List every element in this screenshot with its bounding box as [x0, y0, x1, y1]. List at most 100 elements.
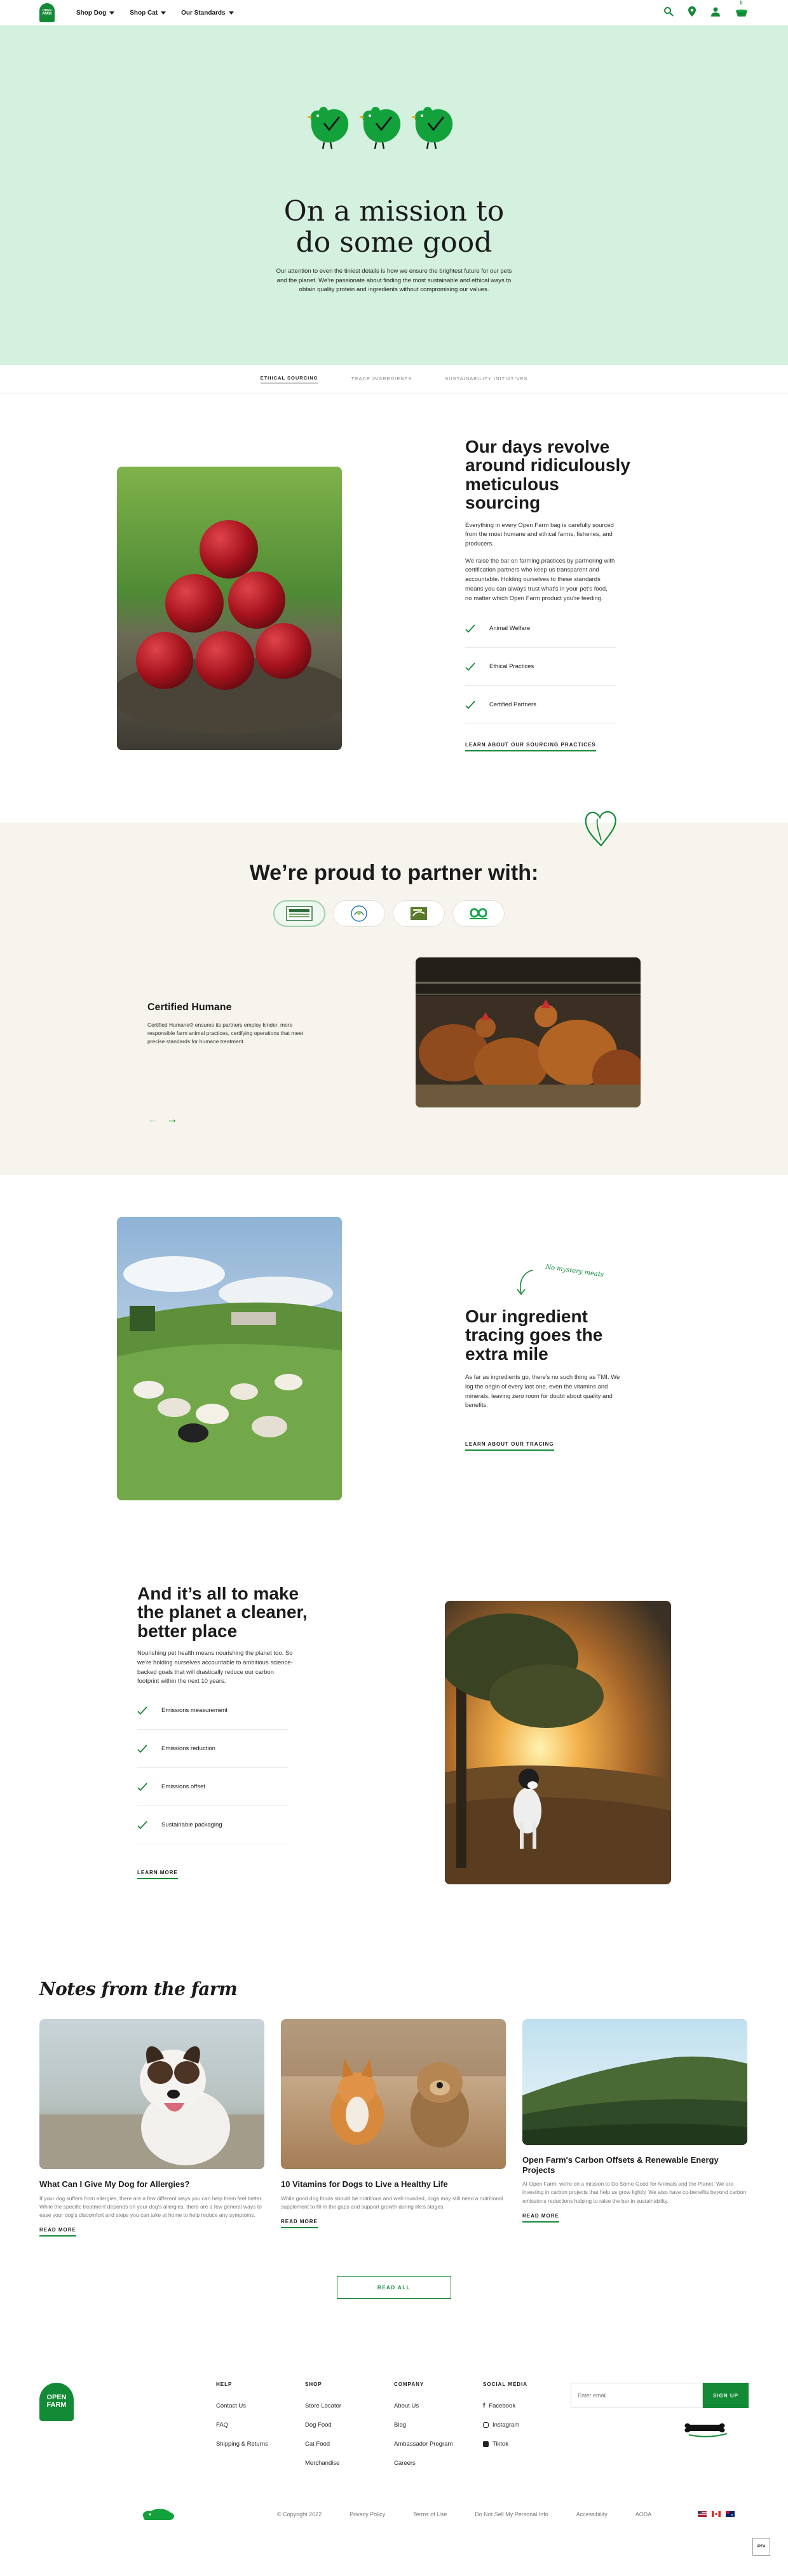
badge-msc-certified[interactable] [333, 900, 385, 927]
hero: On a mission to do some good Our attentio… [0, 25, 788, 365]
account-icon[interactable] [710, 6, 721, 17]
australia-flag-icon[interactable] [726, 2511, 735, 2517]
footer-link-about-us[interactable]: About Us [394, 2402, 452, 2409]
signup-button[interactable]: SIGN UP [703, 2383, 749, 2408]
blog-card[interactable]: 10 Vitamins for Dogs to Live a Healthy L… [281, 2019, 506, 2228]
footer-logo-text: OPEN FARM [46, 2394, 67, 2409]
location-pin-icon[interactable] [688, 6, 696, 17]
nav-shop-dog[interactable]: Shop Dog [76, 9, 115, 17]
badge-animal-welfare[interactable] [393, 900, 445, 927]
planet-checklist: Emissions measurement Emissions reductio… [137, 1692, 328, 1845]
blog-card[interactable]: Open Farm's Carbon Offsets & Renewable E… [522, 2019, 747, 2223]
logo-text: OPEN FARM [42, 8, 52, 16]
list-item: Emissions measurement [137, 1692, 289, 1730]
certified-badge-text: IPFA [757, 2545, 766, 2549]
footer-link-facebook[interactable]: f Facebook [483, 2402, 527, 2409]
sourcing-para-1: Everything in every Open Farm bag is car… [465, 521, 614, 547]
sourcing-title: Our days revolve around ridiculously met… [465, 437, 630, 513]
footer-logo[interactable]: OPEN FARM [39, 2383, 74, 2421]
footer-link-instagram[interactable]: Instagram [483, 2422, 527, 2429]
blog-card-read-more[interactable]: Read more [39, 2227, 76, 2237]
tracing-title: Our ingredient tracing goes the extra mi… [465, 1306, 603, 1364]
legal-link-aoda[interactable]: AODA [635, 2511, 652, 2518]
sourcing-checklist: Animal Welfare Ethical Practices Certifi… [465, 610, 637, 725]
footer-link-dog-food[interactable]: Dog Food [305, 2422, 341, 2429]
hero-body: Our attention to even the tiniest detail… [276, 268, 512, 294]
legal-link-do-not-sell[interactable]: Do Not Sell My Personal Info [475, 2511, 548, 2518]
nav-shop-cat-label: Shop Cat [130, 9, 158, 17]
footer-link-merchandise[interactable]: Merchandise [305, 2460, 341, 2467]
copyright-text: © Copyright 2022 [277, 2511, 322, 2518]
nav-shop-cat[interactable]: Shop Cat [130, 10, 166, 17]
legal-link-terms[interactable]: Terms of Use [413, 2511, 447, 2518]
sourcing-para-2: We raise the bar on farming practices by… [465, 557, 615, 602]
blog-card-title: 10 Vitamins for Dogs to Live a Healthy L… [281, 2179, 448, 2189]
tab-ethical-sourcing[interactable]: Ethical Sourcing [260, 375, 318, 383]
certified-badge: IPFA [752, 2538, 770, 2556]
list-item: Ethical Practices [465, 648, 616, 687]
checkmark-icon [465, 662, 475, 671]
planet-body: Nourishing pet health means nourishing t… [137, 1650, 293, 1685]
footer-link-label: Instagram [492, 2422, 520, 2429]
cow-mascot-icon [142, 2509, 174, 2520]
hen-illustrations [305, 102, 456, 150]
footer-link-blog[interactable]: Blog [394, 2422, 452, 2429]
planet-cta-link[interactable]: Learn more [137, 1870, 178, 1880]
legal-links: © Copyright 2022 Privacy Policy Terms of… [277, 2511, 651, 2518]
tracing-body: As far as ingredients go, there's no suc… [465, 1374, 620, 1409]
badge-regenerative[interactable] [452, 900, 505, 927]
blog-card-image [522, 2019, 747, 2145]
footer-link-careers[interactable]: Careers [394, 2460, 452, 2467]
blog-card-title: What Can I Give My Dog for Allergies? [39, 2179, 190, 2189]
footer-link-label: Facebook [489, 2402, 516, 2409]
email-input[interactable] [571, 2383, 703, 2408]
blog-card-excerpt: While good dog foods should be nutritiou… [281, 2195, 503, 2210]
search-icon[interactable] [663, 6, 674, 17]
cart-button[interactable]: 0 [735, 0, 749, 18]
list-item: Emissions reduction [137, 1730, 289, 1769]
list-item-label: Emissions reduction [161, 1745, 216, 1753]
pet-bowl-cart-icon [736, 10, 747, 17]
blog-card-excerpt: At Open Farm, we're on a mission to Do S… [522, 2181, 747, 2204]
nav-shop-dog-label: Shop Dog [76, 9, 107, 17]
tab-sustainability-initiatives[interactable]: Sustainability Initiatives [445, 376, 527, 383]
planet-title: And it’s all to make the planet a cleane… [137, 1584, 308, 1641]
hero-title: On a mission to do some good [0, 196, 788, 259]
tracing-cta-link[interactable]: Learn about our tracing [465, 1441, 554, 1451]
legal-link-privacy[interactable]: Privacy Policy [350, 2511, 385, 2518]
footer-col-social: SOCIAL MEDIA f Facebook Instagram Tiktok [483, 2381, 527, 2460]
infinity-logo-icon [470, 908, 487, 919]
carousel-prev-button[interactable]: ← [147, 1113, 159, 1126]
partners-title: We’re proud to partner with: [249, 861, 539, 885]
sheep-photo [117, 1217, 342, 1500]
canada-flag-icon[interactable] [712, 2511, 721, 2517]
logo[interactable]: OPEN FARM [39, 3, 55, 22]
read-all-button[interactable]: Read all [337, 2276, 451, 2299]
badge-certified-humane[interactable] [273, 900, 325, 927]
footer-link-store-locator[interactable]: Store Locator [305, 2402, 341, 2409]
footer-link-faq[interactable]: FAQ [216, 2422, 268, 2429]
nav-our-standards[interactable]: Our Standards [181, 10, 234, 17]
carousel-next-button[interactable]: → [166, 1113, 178, 1126]
footer-col-heading: HELP [216, 2381, 233, 2387]
chevron-down-icon [109, 11, 115, 15]
top-nav: OPEN FARM Shop Dog Shop Cat Our Standard… [0, 0, 788, 25]
tab-trace-ingredients[interactable]: Trace Ingredients [351, 376, 412, 383]
footer-link-shipping-returns[interactable]: Shipping & Returns [216, 2441, 268, 2448]
footer-link-cat-food[interactable]: Cat Food [305, 2441, 341, 2448]
heart-doodle-icon [585, 811, 616, 847]
blog-card[interactable]: What Can I Give My Dog for Allergies? If… [39, 2019, 264, 2237]
legal-link-accessibility[interactable]: Accessibility [576, 2511, 608, 2518]
us-flag-icon[interactable] [698, 2511, 707, 2517]
footer-link-tiktok[interactable]: Tiktok [483, 2441, 527, 2448]
sourcing-cta-link[interactable]: Learn about our sourcing practices [465, 742, 596, 752]
footer-link-ambassador-program[interactable]: Ambassador Program [394, 2441, 452, 2448]
section-tabs: Ethical Sourcing Trace Ingredients Susta… [0, 365, 788, 394]
main-menu: Shop Dog Shop Cat Our Standards [76, 10, 234, 17]
blog-card-read-more[interactable]: Read more [522, 2213, 559, 2223]
blog-card-read-more[interactable]: Read more [281, 2219, 318, 2228]
nav-icons: 0 [663, 0, 749, 18]
partner-badges [273, 900, 505, 927]
partners-section: We’re proud to partner with: Certified H… [0, 811, 788, 1175]
footer-link-contact-us[interactable]: Contact Us [216, 2402, 268, 2409]
